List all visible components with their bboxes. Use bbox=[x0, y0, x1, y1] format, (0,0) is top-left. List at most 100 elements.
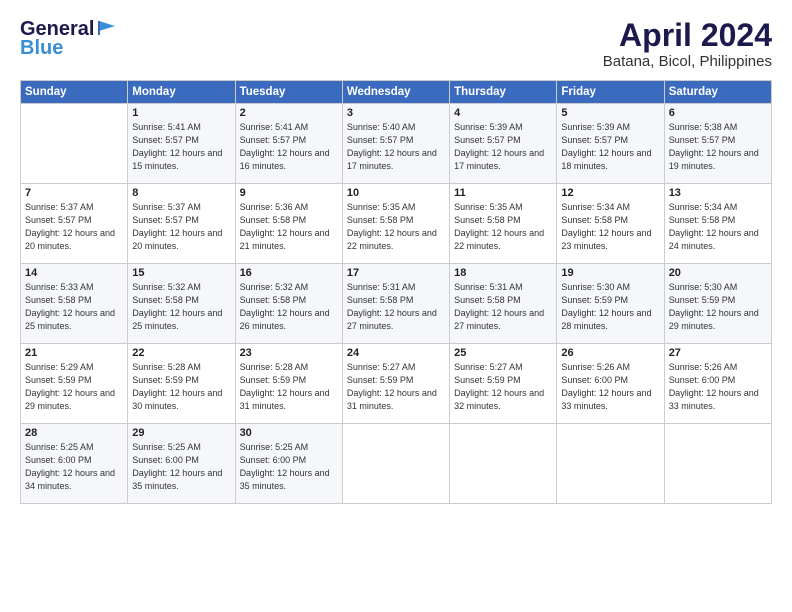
calendar-cell: 1 Sunrise: 5:41 AMSunset: 5:57 PMDaylight… bbox=[128, 104, 235, 184]
calendar-cell: 30Sunrise: 5:25 AMSunset: 6:00 PMDayligh… bbox=[235, 424, 342, 504]
calendar-cell bbox=[342, 424, 449, 504]
cell-info: Sunrise: 5:35 AMSunset: 5:58 PMDaylight:… bbox=[347, 201, 445, 253]
calendar-cell: 12 Sunrise: 5:34 AMSunset: 5:58 PMDayligh… bbox=[557, 184, 664, 264]
cell-info: Sunrise: 5:25 AMSunset: 6:00 PMDaylight:… bbox=[25, 441, 123, 493]
calendar-week-row: 21Sunrise: 5:29 AMSunset: 5:59 PMDayligh… bbox=[21, 344, 772, 424]
calendar-week-row: 28 Sunrise: 5:25 AMSunset: 6:00 PMDayligh… bbox=[21, 424, 772, 504]
day-number: 14 bbox=[25, 267, 123, 279]
day-number: 18 bbox=[454, 267, 552, 279]
day-number: 29 bbox=[132, 427, 230, 439]
calendar-cell: 8 Sunrise: 5:37 AMSunset: 5:57 PMDaylight… bbox=[128, 184, 235, 264]
calendar-cell: 26Sunrise: 5:26 AMSunset: 6:00 PMDayligh… bbox=[557, 344, 664, 424]
day-number: 1 bbox=[132, 107, 230, 119]
day-number: 11 bbox=[454, 187, 552, 199]
calendar-cell bbox=[21, 104, 128, 184]
calendar-header-row: SundayMondayTuesdayWednesdayThursdayFrid… bbox=[21, 81, 772, 104]
cell-info: Sunrise: 5:30 AMSunset: 5:59 PMDaylight:… bbox=[669, 281, 767, 333]
calendar-cell: 21Sunrise: 5:29 AMSunset: 5:59 PMDayligh… bbox=[21, 344, 128, 424]
cell-info: Sunrise: 5:39 AMSunset: 5:57 PMDaylight:… bbox=[454, 121, 552, 173]
day-number: 20 bbox=[669, 267, 767, 279]
calendar-cell bbox=[557, 424, 664, 504]
calendar-cell: 13 Sunrise: 5:34 AMSunset: 5:58 PMDayligh… bbox=[664, 184, 771, 264]
calendar-cell: 16 Sunrise: 5:32 AMSunset: 5:58 PMDayligh… bbox=[235, 264, 342, 344]
day-number: 5 bbox=[561, 107, 659, 119]
cell-info: Sunrise: 5:32 AMSunset: 5:58 PMDaylight:… bbox=[240, 281, 338, 333]
calendar-week-row: 7 Sunrise: 5:37 AMSunset: 5:57 PMDaylight… bbox=[21, 184, 772, 264]
cell-info: Sunrise: 5:41 AMSunset: 5:57 PMDaylight:… bbox=[132, 121, 230, 173]
calendar-cell bbox=[450, 424, 557, 504]
day-number: 22 bbox=[132, 347, 230, 359]
day-number: 10 bbox=[347, 187, 445, 199]
cell-info: Sunrise: 5:30 AMSunset: 5:59 PMDaylight:… bbox=[561, 281, 659, 333]
day-number: 25 bbox=[454, 347, 552, 359]
calendar-cell: 11 Sunrise: 5:35 AMSunset: 5:58 PMDayligh… bbox=[450, 184, 557, 264]
cell-info: Sunrise: 5:37 AMSunset: 5:57 PMDaylight:… bbox=[25, 201, 123, 253]
logo-blue-text: Blue bbox=[20, 37, 63, 60]
calendar-cell: 10 Sunrise: 5:35 AMSunset: 5:58 PMDayligh… bbox=[342, 184, 449, 264]
day-number: 16 bbox=[240, 267, 338, 279]
day-number: 8 bbox=[132, 187, 230, 199]
calendar-cell: 19 Sunrise: 5:30 AMSunset: 5:59 PMDayligh… bbox=[557, 264, 664, 344]
day-header-sunday: Sunday bbox=[21, 81, 128, 104]
calendar-cell: 9Sunrise: 5:36 AMSunset: 5:58 PMDaylight… bbox=[235, 184, 342, 264]
title-block: April 2024 Batana, Bicol, Philippines bbox=[603, 18, 772, 70]
day-number: 4 bbox=[454, 107, 552, 119]
calendar-cell: 6 Sunrise: 5:38 AMSunset: 5:57 PMDaylight… bbox=[664, 104, 771, 184]
cell-info: Sunrise: 5:34 AMSunset: 5:58 PMDaylight:… bbox=[561, 201, 659, 253]
day-number: 23 bbox=[240, 347, 338, 359]
day-number: 7 bbox=[25, 187, 123, 199]
calendar-cell: 23 Sunrise: 5:28 AMSunset: 5:59 PMDayligh… bbox=[235, 344, 342, 424]
day-number: 24 bbox=[347, 347, 445, 359]
cell-info: Sunrise: 5:25 AMSunset: 6:00 PMDaylight:… bbox=[132, 441, 230, 493]
cell-info: Sunrise: 5:38 AMSunset: 5:57 PMDaylight:… bbox=[669, 121, 767, 173]
calendar-cell: 15 Sunrise: 5:32 AMSunset: 5:58 PMDayligh… bbox=[128, 264, 235, 344]
calendar-week-row: 14 Sunrise: 5:33 AMSunset: 5:58 PMDayligh… bbox=[21, 264, 772, 344]
day-number: 12 bbox=[561, 187, 659, 199]
day-header-tuesday: Tuesday bbox=[235, 81, 342, 104]
day-header-thursday: Thursday bbox=[450, 81, 557, 104]
cell-info: Sunrise: 5:26 AMSunset: 6:00 PMDaylight:… bbox=[669, 361, 767, 413]
header: General Blue April 2024 Batana, Bicol, P… bbox=[20, 18, 772, 70]
day-number: 21 bbox=[25, 347, 123, 359]
calendar-cell bbox=[664, 424, 771, 504]
day-number: 19 bbox=[561, 267, 659, 279]
calendar-cell: 29 Sunrise: 5:25 AMSunset: 6:00 PMDayligh… bbox=[128, 424, 235, 504]
cell-info: Sunrise: 5:26 AMSunset: 6:00 PMDaylight:… bbox=[561, 361, 659, 413]
day-number: 13 bbox=[669, 187, 767, 199]
calendar-cell: 7 Sunrise: 5:37 AMSunset: 5:57 PMDaylight… bbox=[21, 184, 128, 264]
day-number: 15 bbox=[132, 267, 230, 279]
cell-info: Sunrise: 5:37 AMSunset: 5:57 PMDaylight:… bbox=[132, 201, 230, 253]
calendar-table: SundayMondayTuesdayWednesdayThursdayFrid… bbox=[20, 80, 772, 504]
day-number: 17 bbox=[347, 267, 445, 279]
day-number: 6 bbox=[669, 107, 767, 119]
day-number: 28 bbox=[25, 427, 123, 439]
calendar-cell: 2Sunrise: 5:41 AMSunset: 5:57 PMDaylight… bbox=[235, 104, 342, 184]
cell-info: Sunrise: 5:41 AMSunset: 5:57 PMDaylight:… bbox=[240, 121, 338, 173]
day-header-friday: Friday bbox=[557, 81, 664, 104]
day-header-monday: Monday bbox=[128, 81, 235, 104]
calendar-cell: 4 Sunrise: 5:39 AMSunset: 5:57 PMDaylight… bbox=[450, 104, 557, 184]
calendar-cell: 25Sunrise: 5:27 AMSunset: 5:59 PMDayligh… bbox=[450, 344, 557, 424]
cell-info: Sunrise: 5:31 AMSunset: 5:58 PMDaylight:… bbox=[454, 281, 552, 333]
calendar-cell: 20 Sunrise: 5:30 AMSunset: 5:59 PMDayligh… bbox=[664, 264, 771, 344]
location: Batana, Bicol, Philippines bbox=[603, 53, 772, 70]
page: General Blue April 2024 Batana, Bicol, P… bbox=[0, 0, 792, 612]
calendar-cell: 17Sunrise: 5:31 AMSunset: 5:58 PMDayligh… bbox=[342, 264, 449, 344]
logo-flag-icon bbox=[97, 19, 119, 37]
calendar-cell: 22 Sunrise: 5:28 AMSunset: 5:59 PMDayligh… bbox=[128, 344, 235, 424]
cell-info: Sunrise: 5:27 AMSunset: 5:59 PMDaylight:… bbox=[347, 361, 445, 413]
cell-info: Sunrise: 5:34 AMSunset: 5:58 PMDaylight:… bbox=[669, 201, 767, 253]
cell-info: Sunrise: 5:35 AMSunset: 5:58 PMDaylight:… bbox=[454, 201, 552, 253]
calendar-week-row: 1 Sunrise: 5:41 AMSunset: 5:57 PMDaylight… bbox=[21, 104, 772, 184]
day-header-wednesday: Wednesday bbox=[342, 81, 449, 104]
cell-info: Sunrise: 5:33 AMSunset: 5:58 PMDaylight:… bbox=[25, 281, 123, 333]
day-number: 27 bbox=[669, 347, 767, 359]
cell-info: Sunrise: 5:32 AMSunset: 5:58 PMDaylight:… bbox=[132, 281, 230, 333]
day-number: 30 bbox=[240, 427, 338, 439]
calendar-cell: 3Sunrise: 5:40 AMSunset: 5:57 PMDaylight… bbox=[342, 104, 449, 184]
cell-info: Sunrise: 5:36 AMSunset: 5:58 PMDaylight:… bbox=[240, 201, 338, 253]
cell-info: Sunrise: 5:28 AMSunset: 5:59 PMDaylight:… bbox=[240, 361, 338, 413]
day-number: 3 bbox=[347, 107, 445, 119]
cell-info: Sunrise: 5:28 AMSunset: 5:59 PMDaylight:… bbox=[132, 361, 230, 413]
calendar-cell: 28 Sunrise: 5:25 AMSunset: 6:00 PMDayligh… bbox=[21, 424, 128, 504]
